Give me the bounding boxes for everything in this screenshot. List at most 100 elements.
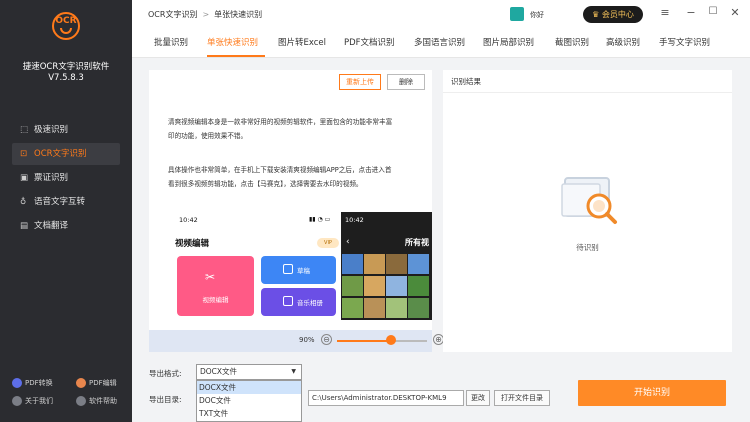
- help-icon: [76, 396, 86, 406]
- vip-center-button[interactable]: ♛ 会员中心: [583, 6, 643, 23]
- sidebar-item-fast-recognition[interactable]: ⬚ 极速识别: [12, 119, 120, 141]
- photo-thumbnail: [342, 298, 363, 318]
- sidebar: OCR 捷速OCR文字识别软件 V7.5.8.3 ⬚ 极速识别 ⊡ OCR文字识别 …: [0, 0, 132, 422]
- pdf-convert-icon: [12, 378, 22, 388]
- image-search-icon: [561, 177, 617, 224]
- phone-time: 10:42: [179, 216, 198, 224]
- export-format-dropdown: DOCX文件 DOC文件 TXT文件: [196, 380, 302, 422]
- app-logo: OCR: [52, 12, 80, 40]
- format-option-doc[interactable]: DOC文件: [197, 394, 301, 407]
- preview-text-line: 具体操作也非常简单，在手机上下载安装清爽视频编辑APP之后，点击进入首: [168, 166, 392, 174]
- album-icon: [283, 296, 293, 306]
- video-edit-card-label: 视频编辑: [202, 296, 229, 304]
- breadcrumb-separator: >: [202, 10, 210, 19]
- album-title: 所有视: [405, 238, 429, 247]
- image-preview-panel: 重新上传 删除 清爽视频编辑本身是一款非常好用的视频剪辑软件，里面包含的功能非常…: [149, 70, 432, 352]
- about-us-link[interactable]: 关于我们: [12, 396, 53, 406]
- tab-partial[interactable]: 图片局部识别: [483, 36, 534, 48]
- photo-thumbnail: [342, 254, 363, 274]
- pdf-edit-link[interactable]: PDF编辑: [76, 378, 117, 388]
- sidebar-item-translate[interactable]: ▤ 文档翻译: [12, 215, 120, 237]
- preview-text-line: 印的功能，使用效果不错。: [168, 132, 248, 140]
- zoom-out-icon[interactable]: ⊖: [321, 334, 332, 345]
- music-album-card-label: 音乐相册: [297, 299, 323, 307]
- export-format-select[interactable]: DOCX文件 ▼: [196, 364, 302, 380]
- photo-thumbnail: [408, 298, 429, 318]
- menu-icon[interactable]: ≡: [658, 6, 672, 22]
- active-tab-indicator: [207, 55, 265, 57]
- tab-multilang[interactable]: 多国语言识别: [414, 36, 465, 48]
- tab-pdf[interactable]: PDF文档识别: [344, 36, 395, 48]
- user-avatar-icon[interactable]: [510, 7, 524, 21]
- export-dir-input[interactable]: C:\Users\Administrator.DESKTOP-KML9: [308, 390, 464, 406]
- video-edit-card: ✂ 视频编辑: [177, 256, 254, 316]
- sidebar-item-label: 极速识别: [34, 125, 69, 135]
- signal-icon: ▮▮ ◔ ▭: [309, 216, 331, 223]
- start-recognition-button[interactable]: 开始识别: [578, 380, 726, 406]
- result-panel: 识别结果 待识别: [443, 70, 732, 352]
- draft-icon: [283, 264, 293, 274]
- user-name[interactable]: 你好: [530, 10, 544, 20]
- close-icon[interactable]: ✕: [728, 6, 742, 22]
- format-option-txt[interactable]: TXT文件: [197, 407, 301, 420]
- scan-icon: ⬚: [20, 125, 29, 135]
- video-edit-title: 视频编辑: [175, 239, 210, 249]
- zoom-bar: 90% ⊖ ⊕: [149, 330, 444, 352]
- minimize-icon[interactable]: −: [684, 6, 698, 22]
- result-title: 识别结果: [451, 77, 481, 86]
- draft-card: 草稿: [261, 256, 336, 284]
- maximize-icon[interactable]: ☐: [706, 6, 720, 22]
- phone-time: 10:42: [345, 216, 364, 224]
- pdf-convert-label: PDF转换: [25, 379, 53, 387]
- zoom-slider-handle[interactable]: [386, 335, 396, 345]
- sidebar-item-voice[interactable]: ♁ 语音文字互转: [12, 191, 120, 213]
- photo-thumbnail: [364, 254, 385, 274]
- delete-button[interactable]: 删除: [387, 74, 425, 90]
- breadcrumb-root[interactable]: OCR文字识别: [148, 10, 197, 19]
- preview-text-line: 看到很多视频剪辑功能，点击【马赛克】，选择需要去水印的视频。: [168, 180, 363, 188]
- sidebar-item-ticket[interactable]: ▣ 票证识别: [12, 167, 120, 189]
- photo-thumbnail: [364, 298, 385, 318]
- photo-thumbnail: [342, 276, 363, 296]
- photo-thumbnail: [386, 254, 407, 274]
- tab-advanced[interactable]: 高级识别: [606, 36, 640, 48]
- caret-down-icon: ▼: [291, 368, 296, 375]
- about-us-label: 关于我们: [25, 397, 53, 405]
- document-icon: ▤: [20, 221, 29, 231]
- pdf-convert-link[interactable]: PDF转换: [12, 378, 53, 388]
- preview-text-line: 清爽视频编辑本身是一款非常好用的视频剪辑软件，里面包含的功能非常丰富: [168, 118, 393, 126]
- info-icon: [12, 396, 22, 406]
- tab-single-fast[interactable]: 单张快速识别: [207, 36, 258, 48]
- back-icon: ‹: [346, 237, 350, 247]
- reupload-button[interactable]: 重新上传: [339, 74, 381, 90]
- sidebar-item-label: 文档翻译: [34, 221, 69, 231]
- preview-phone-screen-left: 10:42 ▮▮ ◔ ▭ 视频编辑 VIP ✂ 视频编辑 草稿 音乐相册: [171, 214, 341, 318]
- photo-thumbnail: [386, 298, 407, 318]
- result-divider: [443, 92, 732, 93]
- sidebar-item-label: OCR文字识别: [34, 149, 87, 159]
- sidebar-item-label: 票证识别: [34, 173, 69, 183]
- tab-screenshot[interactable]: 截图识别: [555, 36, 589, 48]
- result-status: 待识别: [576, 243, 599, 252]
- zoom-slider[interactable]: [337, 340, 427, 342]
- breadcrumb: OCR文字识别 > 单张快速识别: [148, 9, 262, 20]
- tab-batch[interactable]: 批量识别: [154, 36, 188, 48]
- title-bar: OCR文字识别 > 单张快速识别 你好 ♛ 会员中心 ≡ − ☐ ✕: [132, 0, 750, 30]
- ticket-icon: ▣: [20, 173, 29, 183]
- tab-image-to-excel[interactable]: 图片转Excel: [278, 36, 326, 48]
- export-format-value: DOCX文件: [200, 367, 238, 376]
- change-dir-button[interactable]: 更改: [466, 390, 490, 406]
- ocr-icon: ⊡: [20, 149, 28, 159]
- app-name: 捷速OCR文字识别软件: [22, 62, 110, 72]
- pdf-edit-icon: [76, 378, 86, 388]
- open-dir-button[interactable]: 打开文件目录: [494, 390, 550, 406]
- pdf-edit-label: PDF编辑: [89, 379, 117, 387]
- format-option-docx[interactable]: DOCX文件: [197, 381, 301, 394]
- sidebar-item-ocr[interactable]: ⊡ OCR文字识别: [12, 143, 120, 165]
- tab-handwriting[interactable]: 手写文字识别: [659, 36, 710, 48]
- vip-center-label: 会员中心: [601, 10, 634, 19]
- vip-tag: VIP: [317, 238, 339, 248]
- help-link[interactable]: 软件帮助: [76, 396, 117, 406]
- photo-thumbnail: [364, 276, 385, 296]
- scissors-icon: ✂: [205, 270, 216, 284]
